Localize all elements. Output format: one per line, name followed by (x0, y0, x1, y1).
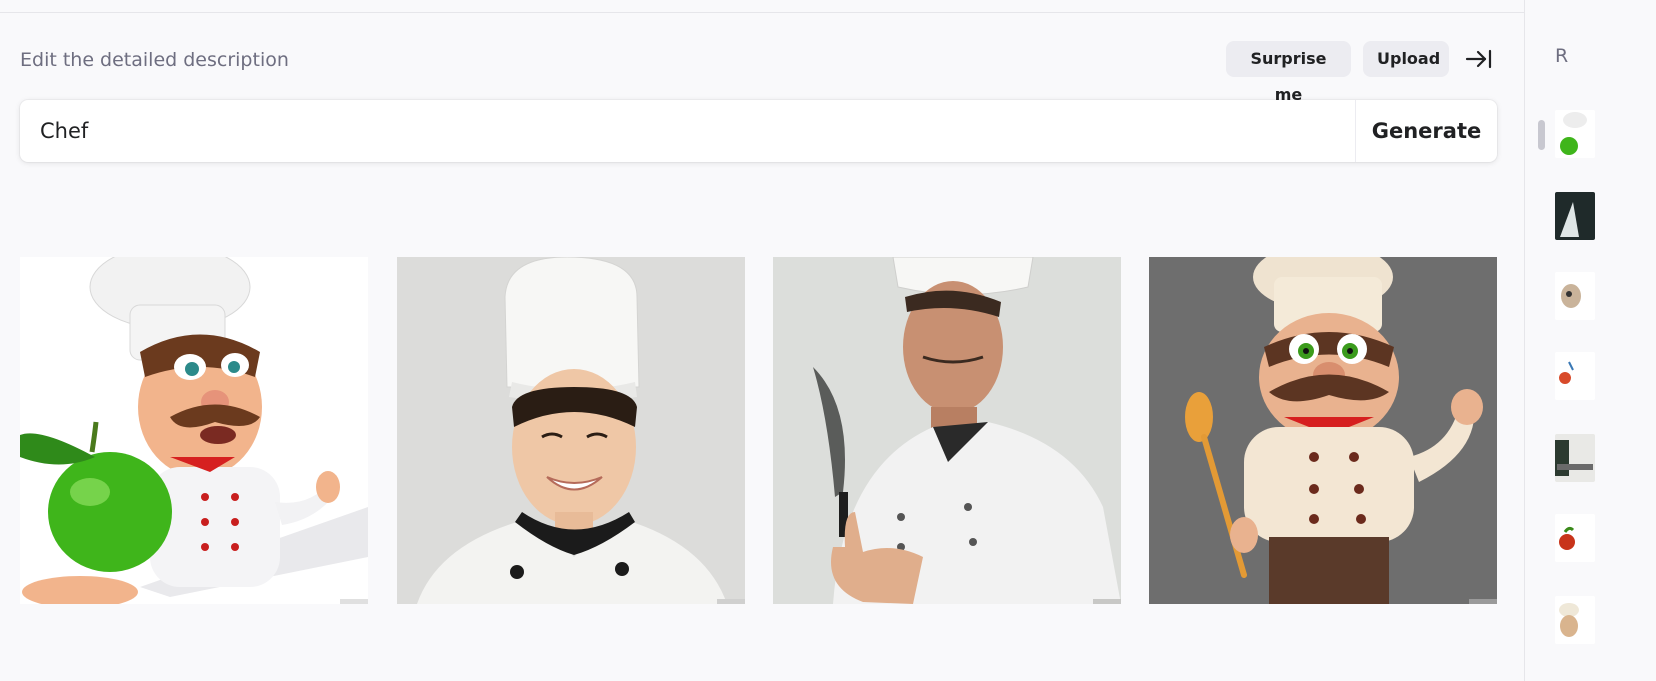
description-hint: Edit the detailed description (20, 49, 289, 71)
prompt-bar: Generate (20, 100, 1497, 162)
prompt-input[interactable] (20, 100, 1355, 162)
history-thumb-icon[interactable] (1555, 110, 1595, 158)
male-chef-with-knife-image[interactable] (773, 257, 1121, 604)
sidebar-scrollbar[interactable] (1538, 120, 1545, 150)
cartoon-chef-with-spoon-image[interactable] (1149, 257, 1497, 604)
results-grid (20, 257, 1497, 604)
upload-button[interactable]: Upload (1363, 41, 1449, 77)
history-thumb-icon[interactable] (1555, 192, 1595, 240)
surprise-me-button[interactable]: Surprise me (1226, 41, 1351, 104)
top-border (0, 0, 1524, 13)
main-panel: Edit the detailed description Surprise m… (0, 13, 1524, 681)
cartoon-chef-with-apple-image[interactable] (20, 257, 368, 604)
generate-button[interactable]: Generate (1356, 100, 1497, 162)
history-thumb-icon[interactable] (1555, 352, 1595, 400)
collapse-right-icon[interactable] (1464, 44, 1494, 74)
history-thumb-icon[interactable] (1555, 596, 1595, 644)
sidebar-title: R (1555, 45, 1569, 67)
history-sidebar: R (1524, 0, 1656, 681)
history-thumb-icon[interactable] (1555, 272, 1595, 320)
female-chef-photo-image[interactable] (397, 257, 745, 604)
history-thumb-icon[interactable] (1555, 514, 1595, 562)
header-row: Edit the detailed description Surprise m… (20, 41, 1497, 104)
history-thumb-icon[interactable] (1555, 434, 1595, 482)
